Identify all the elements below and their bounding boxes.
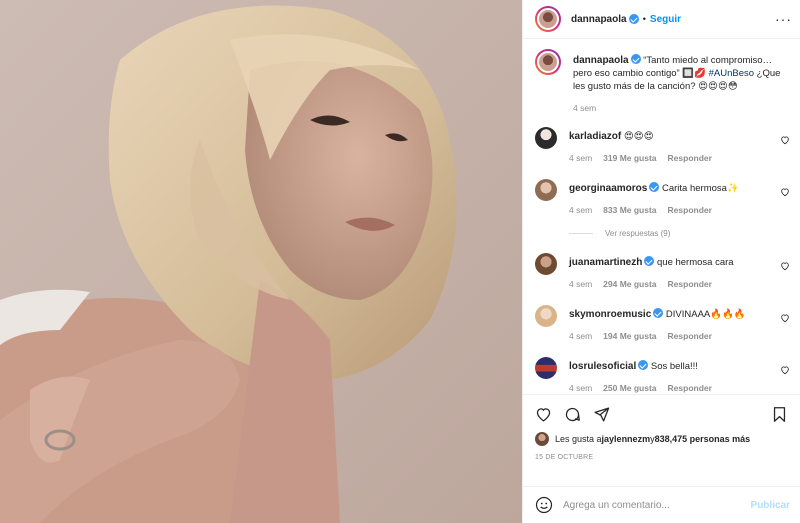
portrait-image	[0, 5, 457, 523]
commenter-username[interactable]: juanamartinezh	[569, 257, 642, 268]
commenter-avatar[interactable]	[535, 179, 557, 201]
comment-text: 😍😍😍	[623, 131, 654, 142]
likes-count[interactable]: 838,475 personas más	[655, 434, 751, 444]
author-username[interactable]: dannapaola	[571, 14, 627, 25]
reply-button[interactable]: Responder	[668, 205, 712, 215]
verified-badge-icon	[644, 256, 655, 266]
share-icon[interactable]	[593, 406, 610, 423]
comment-likes[interactable]: 833 Me gusta	[603, 205, 656, 215]
like-comment-heart-icon[interactable]	[780, 261, 790, 271]
comment-time[interactable]: 4 sem	[569, 383, 592, 393]
comment-likes[interactable]: 319 Me gusta	[603, 153, 656, 163]
comment-text: Carita hermosa✨	[662, 183, 739, 194]
post-actions: Les gusta a jaylennezm y 838,475 persona…	[523, 394, 800, 486]
likes-prefix: Les gusta a	[555, 434, 602, 444]
caption: dannapaola “Tanto miedo al compromiso… p…	[535, 49, 792, 113]
like-comment-heart-icon[interactable]	[780, 135, 790, 145]
comment-time[interactable]: 4 sem	[569, 205, 592, 215]
verified-badge-icon	[638, 360, 649, 370]
comments-list[interactable]: dannapaola “Tanto miedo al compromiso… p…	[523, 39, 800, 394]
reply-button[interactable]: Responder	[668, 331, 712, 341]
comment-text: Sos bella!!!	[650, 361, 698, 372]
post-photo[interactable]	[0, 0, 522, 523]
comment-time[interactable]: 4 sem	[569, 153, 592, 163]
post-side-panel: dannapaola • Seguir ··· dannapaola “Tant…	[522, 0, 800, 523]
commenter-username[interactable]: losrulesoficial	[569, 361, 636, 372]
verified-badge-icon	[653, 308, 664, 318]
commenter-avatar[interactable]	[535, 253, 557, 275]
comment-input[interactable]	[563, 499, 751, 511]
more-options-icon[interactable]: ···	[775, 12, 792, 26]
replies-divider	[569, 233, 593, 234]
commenter-username[interactable]: karladiazof	[569, 131, 621, 142]
comment-item: karladiazof 😍😍😍 4 sem 319 Me gusta Respo…	[535, 127, 792, 163]
comment-item: losrulesoficial Sos bella!!! 4 sem 250 M…	[535, 357, 792, 393]
comment-icon[interactable]	[564, 406, 581, 423]
verified-badge-icon	[649, 182, 660, 192]
reply-button[interactable]: Responder	[668, 383, 712, 393]
comment-likes[interactable]: 194 Me gusta	[603, 331, 656, 341]
follow-button[interactable]: Seguir	[650, 14, 681, 25]
commenter-username[interactable]: skymonroemusic	[569, 309, 651, 320]
bookmark-icon[interactable]	[771, 406, 788, 423]
view-replies-button[interactable]: Ver respuestas (9)	[569, 229, 792, 238]
comment-likes[interactable]: 294 Me gusta	[603, 279, 656, 289]
liker-username[interactable]: jaylennezm	[602, 434, 651, 444]
caption-time[interactable]: 4 sem	[573, 103, 596, 113]
instagram-post-modal: dannapaola • Seguir ··· dannapaola “Tant…	[0, 0, 800, 523]
comment-text: que hermosa cara	[657, 257, 734, 268]
comment-time[interactable]: 4 sem	[569, 331, 592, 341]
like-comment-heart-icon[interactable]	[780, 187, 790, 197]
action-icons	[535, 403, 788, 425]
post-date[interactable]: 15 DE OCTUBRE	[535, 454, 788, 461]
reply-button[interactable]: Responder	[668, 153, 712, 163]
verified-badge-icon	[630, 54, 641, 64]
caption-username[interactable]: dannapaola	[573, 55, 629, 66]
caption-hashtag[interactable]: #AUnBeso	[709, 68, 754, 79]
commenter-avatar[interactable]	[535, 357, 557, 379]
comment-composer: Publicar	[523, 486, 800, 523]
liker-avatar[interactable]	[535, 432, 549, 446]
author-avatar[interactable]	[535, 6, 561, 32]
comment-text: DIVINAAA🔥🔥🔥	[665, 309, 746, 320]
comment-likes[interactable]: 250 Me gusta	[603, 383, 656, 393]
commenter-username[interactable]: georginaamoros	[569, 183, 647, 194]
likes-summary: Les gusta a jaylennezm y 838,475 persona…	[535, 432, 788, 446]
view-replies-label[interactable]: Ver respuestas (9)	[605, 229, 670, 238]
publish-button[interactable]: Publicar	[751, 500, 790, 511]
comment-item: juanamartinezh que hermosa cara 4 sem 29…	[535, 253, 792, 289]
like-comment-heart-icon[interactable]	[780, 313, 790, 323]
post-header: dannapaola • Seguir ···	[523, 0, 800, 39]
emoji-icon[interactable]	[535, 496, 553, 514]
like-comment-heart-icon[interactable]	[780, 365, 790, 375]
commenter-avatar[interactable]	[535, 127, 557, 149]
comment-item: georginaamoros Carita hermosa✨ 4 sem 833…	[535, 179, 792, 215]
reply-button[interactable]: Responder	[668, 279, 712, 289]
heart-icon[interactable]	[535, 406, 552, 423]
comment-time[interactable]: 4 sem	[569, 279, 592, 289]
separator-dot: •	[642, 13, 646, 25]
comment-item: skymonroemusic DIVINAAA🔥🔥🔥 4 sem 194 Me …	[535, 305, 792, 341]
caption-avatar[interactable]	[535, 49, 561, 75]
commenter-avatar[interactable]	[535, 305, 557, 327]
verified-badge-icon	[628, 14, 639, 24]
